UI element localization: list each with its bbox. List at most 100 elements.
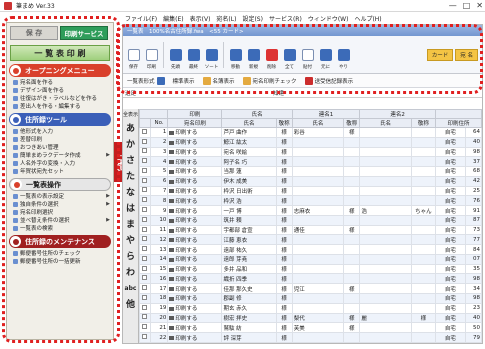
table-row[interactable]: 5 印刷する 当那 蓮 様 自宅 68 [139, 166, 483, 177]
row-ren1-name[interactable] [291, 146, 345, 158]
checkbox[interactable] [142, 177, 148, 183]
row-no[interactable]: 22 [149, 332, 169, 343]
row-checkbox[interactable] [139, 205, 151, 216]
row-print-status[interactable]: 印刷する [167, 146, 223, 158]
row-ren1-name[interactable] [291, 253, 345, 265]
row-name[interactable]: 鯨江 紘太 [221, 136, 277, 148]
checkbox[interactable] [142, 285, 148, 291]
row-checkbox[interactable] [139, 273, 151, 285]
row-ren1-honorific[interactable] [343, 244, 361, 255]
checkbox[interactable] [142, 148, 148, 154]
row-ren1-honorific[interactable] [343, 156, 361, 168]
row-ren1-honorific[interactable] [343, 195, 361, 207]
checkbox[interactable] [142, 324, 148, 330]
toolbar-paste-button[interactable]: 貼付 [299, 40, 316, 70]
row-destination[interactable]: 自宅 [435, 214, 466, 226]
row-ren1-name[interactable] [291, 273, 345, 285]
row-honorific[interactable]: 様 [275, 283, 293, 295]
row-ren2-name[interactable]: 浩 [359, 205, 412, 216]
header-ren2-honorific[interactable]: 敬称 [410, 118, 437, 128]
menu-view[interactable]: 表示(V) [190, 14, 211, 23]
table-row[interactable]: 14 印刷する 遠郎 芽尭 様 自宅 07 [139, 253, 483, 265]
row-ren2-honorific[interactable] [410, 234, 437, 246]
row-destination[interactable]: 自宅 [435, 195, 466, 207]
row-ren1-name[interactable] [291, 302, 345, 314]
row-ren2-name[interactable] [359, 302, 412, 314]
kana-tab-sa[interactable]: さ [126, 153, 135, 169]
row-ren2-honorific[interactable]: ちゃん [410, 205, 437, 216]
row-ren2-honorific[interactable] [410, 185, 437, 197]
sidebar-item-relations[interactable]: おつきあい管理 [7, 143, 113, 151]
section-maintenance[interactable]: 住所録のメンテナンス [9, 235, 111, 248]
row-number[interactable]: 91 [464, 205, 483, 216]
checkbox[interactable] [142, 265, 148, 271]
row-no[interactable]: 10 [149, 214, 169, 226]
row-ren1-name[interactable] [291, 263, 345, 275]
row-no[interactable]: 16 [149, 273, 169, 285]
sidebar-item-display-settings[interactable]: 一覧表の表示設定 ▶ [7, 192, 113, 200]
row-name[interactable]: 評 深芽 [221, 332, 277, 343]
row-checkbox[interactable] [139, 224, 151, 236]
row-destination[interactable]: 自宅 [435, 302, 466, 314]
row-honorific[interactable]: 様 [275, 234, 293, 246]
table-row[interactable]: 17 印刷する 佳那 那久史様児江様自宅 34 [139, 283, 483, 295]
list-format-option[interactable]: 一覧表形式 [127, 76, 165, 85]
sidebar-item-zip-update[interactable]: 郵便番号住所の一括更新 [7, 257, 113, 265]
row-ren1-honorific[interactable]: 様 [343, 224, 361, 236]
table-row[interactable]: 13 印刷する 遠部 祐久 様 自宅 84 [139, 244, 483, 255]
row-honorific[interactable]: 様 [275, 302, 293, 314]
kana-tab-ka[interactable]: か [126, 137, 135, 153]
row-ren1-name[interactable] [291, 195, 345, 207]
filter-left[interactable]: 送足 [125, 89, 273, 97]
row-print-status[interactable]: 印刷する [167, 195, 223, 207]
header-name[interactable]: 氏名 [221, 118, 277, 128]
row-no[interactable]: 6 [149, 175, 169, 187]
toolbar-last-button[interactable]: 最終 [185, 40, 202, 70]
toolbar-save-button[interactable]: 保存 [125, 40, 142, 70]
header-ren2-name[interactable]: 氏名 [359, 118, 412, 128]
row-checkbox[interactable] [139, 195, 151, 207]
kana-tab-ta[interactable]: た [126, 169, 135, 185]
row-print-status[interactable]: 印刷する [167, 224, 223, 236]
row-name[interactable]: 遠部 祐久 [221, 244, 277, 255]
toolbar-sort-button[interactable]: ソート [203, 40, 220, 70]
row-honorific[interactable]: 様 [275, 263, 293, 275]
row-ren2-name[interactable] [359, 195, 412, 207]
row-no[interactable]: 18 [149, 293, 169, 304]
row-ren2-name[interactable] [359, 244, 412, 255]
row-honorific[interactable]: 様 [275, 166, 293, 177]
row-honorific[interactable]: 様 [275, 185, 293, 197]
row-ren1-name[interactable]: 児江 [291, 283, 345, 295]
row-honorific[interactable]: 様 [275, 293, 293, 304]
list-print-button[interactable]: 一 覧 表 印 刷 [10, 45, 110, 61]
row-name[interactable]: 鷲駄 紡 [221, 322, 277, 334]
header-no[interactable]: No. [149, 118, 169, 128]
checkbox[interactable] [142, 255, 148, 261]
checkbox[interactable] [142, 314, 148, 320]
row-ren2-name[interactable] [359, 273, 412, 285]
row-ren2-name[interactable]: 麗 [359, 312, 412, 324]
table-row[interactable]: 4 印刷する 阿子名 巧 様 自宅 37 [139, 156, 483, 168]
kana-tab-a[interactable]: あ [126, 121, 135, 137]
row-honorific[interactable]: 様 [275, 224, 293, 236]
row-destination[interactable]: 自宅 [435, 293, 466, 304]
row-ren1-name[interactable] [291, 234, 345, 246]
sidebar-item-reply-card[interactable]: 往復はがき・ラベルなどを作る [7, 94, 113, 102]
row-honorific[interactable]: 様 [275, 136, 293, 148]
kana-tab-abc[interactable]: abc [125, 281, 137, 297]
menu-address[interactable]: 宛名(L) [216, 14, 236, 23]
header-ren1-honorific[interactable]: 敬称 [343, 118, 361, 128]
row-honorific[interactable]: 様 [275, 127, 293, 138]
row-ren1-honorific[interactable] [343, 273, 361, 285]
row-ren1-honorific[interactable]: 様 [343, 322, 361, 334]
row-print-status[interactable]: 印刷する [167, 312, 223, 324]
row-print-status[interactable]: 印刷する [167, 166, 223, 177]
row-ren1-honorific[interactable] [343, 234, 361, 246]
table-row[interactable]: 12 印刷する 江藤 恵衣 様 自宅 77 [139, 234, 483, 246]
checkbox[interactable] [142, 294, 148, 300]
row-ren1-name[interactable] [291, 214, 345, 226]
row-number[interactable]: 35 [464, 263, 483, 275]
sidebar-item-import[interactable]: 他形式を入力 [7, 127, 113, 135]
row-destination[interactable]: 自宅 [435, 136, 466, 148]
standard-view-option[interactable]: 標準表示 [173, 77, 195, 85]
